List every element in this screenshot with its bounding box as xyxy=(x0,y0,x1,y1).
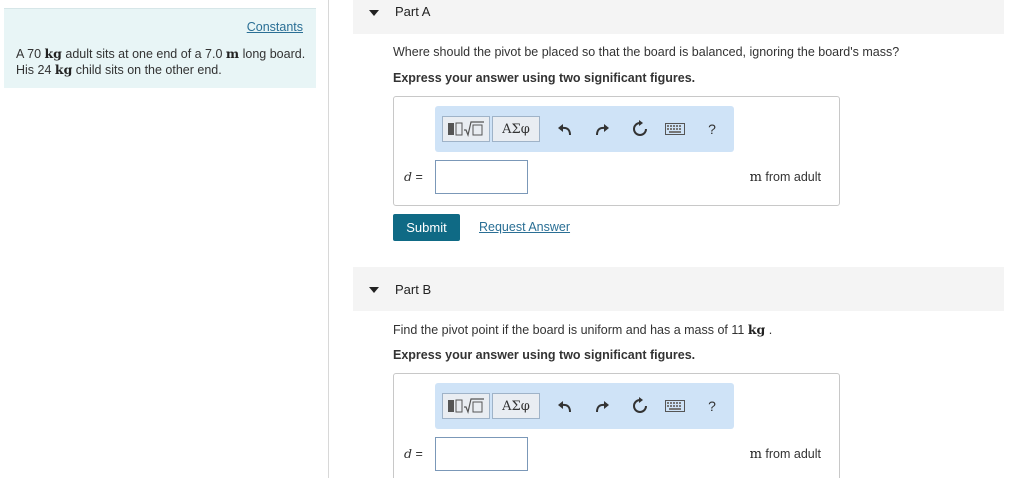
problem-text-4: child sits on the other end. xyxy=(72,63,222,77)
unit-m: m xyxy=(749,170,762,185)
unit-kg: kg xyxy=(54,62,73,77)
greek-symbols-button[interactable]: ΑΣφ xyxy=(492,393,540,419)
unit-m: m xyxy=(225,46,240,61)
help-icon[interactable]: ? xyxy=(702,396,722,416)
greek-symbols-button[interactable]: ΑΣφ xyxy=(492,116,540,142)
submit-button[interactable]: Submit xyxy=(393,214,460,241)
unit-kg: kg xyxy=(747,322,766,337)
templates-button[interactable] xyxy=(442,393,490,419)
question-text: Find the pivot point if the board is uni… xyxy=(393,323,748,337)
keyboard-icon[interactable] xyxy=(665,396,685,416)
variable-d: d xyxy=(404,446,413,461)
templates-button[interactable] xyxy=(442,116,490,142)
undo-icon[interactable] xyxy=(555,396,575,416)
templates-icon xyxy=(448,121,484,138)
part-b-instruction: Express your answer using two significan… xyxy=(393,348,696,362)
variable-label: d = xyxy=(404,446,423,461)
part-a-title: Part A xyxy=(395,4,431,19)
column-divider xyxy=(328,0,329,478)
problem-statement: A 70 kg adult sits at one end of a 7.0 m… xyxy=(16,46,306,78)
variable-label: d = xyxy=(404,169,423,184)
variable-d: d xyxy=(404,169,413,184)
question-end: . xyxy=(765,323,773,337)
part-b-question: Find the pivot point if the board is uni… xyxy=(393,322,772,337)
problem-text-1: A 70 xyxy=(16,47,45,61)
unit-suffix: from adult xyxy=(761,447,821,461)
undo-icon[interactable] xyxy=(555,119,575,139)
request-answer-link[interactable]: Request Answer xyxy=(479,220,570,234)
problem-info-panel: Constants A 70 kg adult sits at one end … xyxy=(4,8,316,88)
part-a-answer-box: ΑΣφ ? d = m from adult xyxy=(393,96,840,206)
problem-text-2: adult sits at one end of a 7.0 xyxy=(61,47,226,61)
keyboard-icon[interactable] xyxy=(665,119,685,139)
constants-link[interactable]: Constants xyxy=(247,20,303,34)
answer-input[interactable] xyxy=(435,437,528,471)
part-a-instruction: Express your answer using two significan… xyxy=(393,71,696,85)
part-a-header[interactable]: Part A xyxy=(353,0,1004,34)
help-icon[interactable]: ? xyxy=(702,119,722,139)
answer-input[interactable] xyxy=(435,160,528,194)
redo-icon[interactable] xyxy=(592,119,612,139)
math-toolbar: ΑΣφ ? xyxy=(435,383,734,429)
reset-icon[interactable] xyxy=(630,396,650,416)
unit-suffix: from adult xyxy=(761,170,821,184)
part-b-title: Part B xyxy=(395,282,432,297)
reset-icon[interactable] xyxy=(630,119,650,139)
unit-m: m xyxy=(749,447,762,462)
math-toolbar: ΑΣφ ? xyxy=(435,106,734,152)
templates-icon xyxy=(448,398,484,415)
part-b-header[interactable]: Part B xyxy=(353,267,1004,311)
part-b-answer-box: ΑΣφ ? d = m from adult xyxy=(393,373,840,478)
collapse-arrow-icon[interactable] xyxy=(369,287,379,293)
equals-sign: = xyxy=(412,170,423,184)
equals-sign: = xyxy=(412,447,423,461)
unit-kg: kg xyxy=(44,46,62,61)
part-a-question: Where should the pivot be placed so that… xyxy=(393,45,900,59)
redo-icon[interactable] xyxy=(592,396,612,416)
unit-label: m from adult xyxy=(750,170,821,185)
unit-label: m from adult xyxy=(750,447,821,462)
collapse-arrow-icon[interactable] xyxy=(369,10,379,16)
